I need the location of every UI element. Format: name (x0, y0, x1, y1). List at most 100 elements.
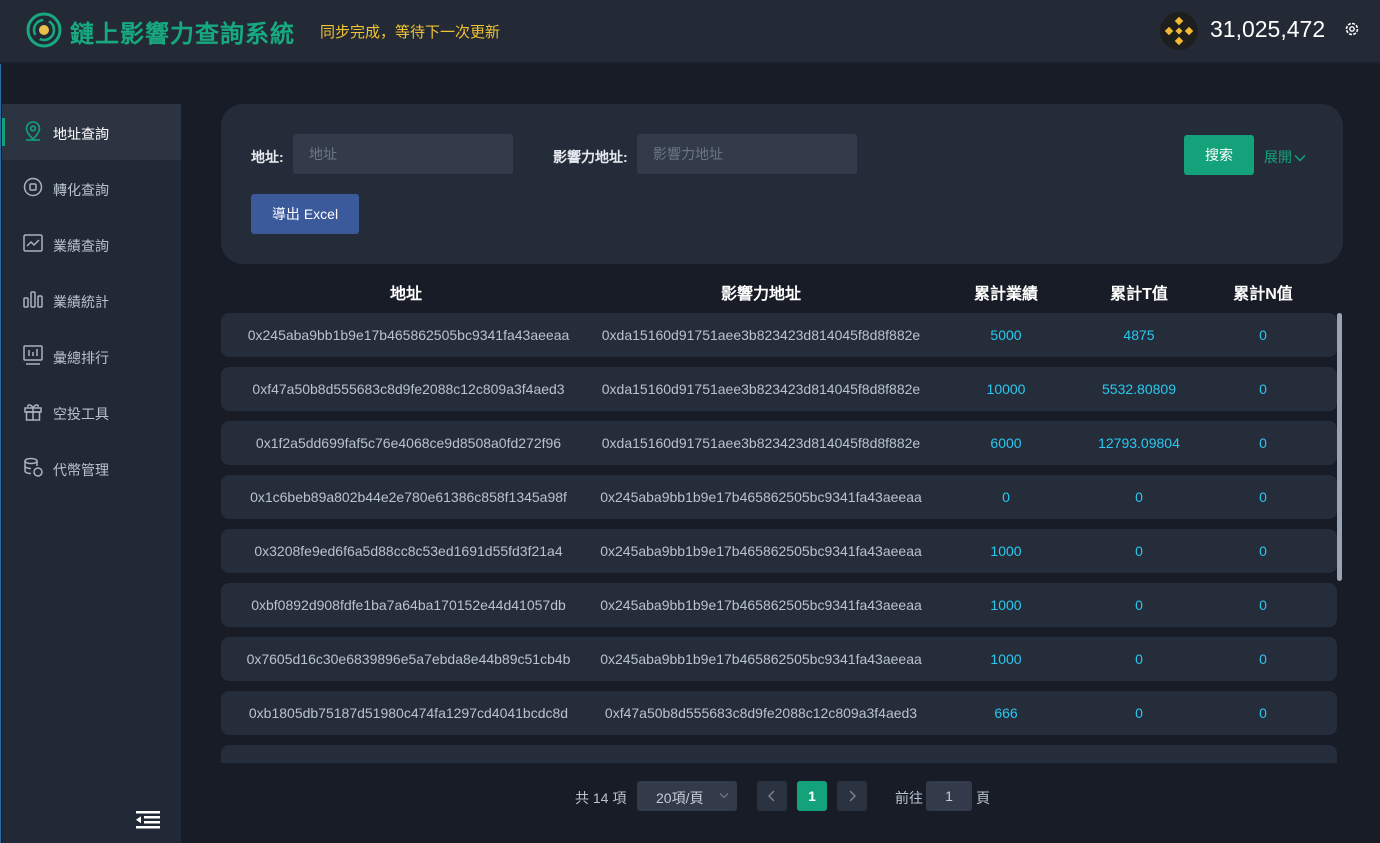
goto-page-input[interactable] (926, 781, 972, 811)
table-row[interactable]: 0xbf0892d908fdfe1ba7a64ba170152e44d41057… (221, 583, 1337, 627)
cell-influence-address: 0x245aba9bb1b9e17b465862505bc9341fa43aee… (600, 651, 922, 667)
influence-address-input[interactable] (637, 134, 857, 174)
total-count: 共 14 項 (575, 790, 627, 806)
cell-address: 0x3208fe9ed6f6a5d88cc8c53ed1691d55fd3f21… (254, 543, 563, 559)
export-excel-button[interactable]: 導出 Excel (251, 194, 359, 234)
address-label: 地址: (251, 149, 284, 165)
sidebar-item-label: 空投工具 (53, 406, 109, 422)
column-header-address: 地址 (389, 286, 422, 303)
cell-cumulative-n: 0 (1259, 435, 1267, 451)
search-button[interactable]: 搜索 (1184, 135, 1254, 175)
cell-address: 0x1f2a5dd699faf5c76e4068ce9d8508a0fd272f… (255, 435, 562, 451)
table-row-partial[interactable] (221, 745, 1337, 763)
cell-cumulative-performance: 0 (1002, 489, 1010, 505)
cell-cumulative-n: 0 (1259, 381, 1267, 397)
gear-icon[interactable] (1343, 20, 1361, 38)
table-body: 0x245aba9bb1b9e17b465862505bc9341fa43aee… (221, 313, 1343, 763)
trend-chart-icon (23, 234, 43, 252)
chevron-right-icon (849, 790, 856, 802)
cell-address: 0xf47a50b8d555683c8d9fe2088c12c809a3f4ae… (252, 381, 565, 397)
sidebar-item-performance-query[interactable]: 業績查詢 (2, 216, 181, 272)
sidebar-item-summary-ranking[interactable]: 彙總排行 (2, 328, 181, 384)
cell-cumulative-t: 0 (1135, 543, 1143, 559)
cell-address: 0x245aba9bb1b9e17b465862505bc9341fa43aee… (247, 327, 570, 343)
table-header: 地址 影響力地址 累計業績 累計T值 累計N值 (221, 272, 1343, 308)
cell-cumulative-t: 5532.80809 (1102, 381, 1176, 397)
app-title: 鏈上影響力查詢系統 (70, 21, 295, 48)
cell-cumulative-t: 0 (1135, 597, 1143, 613)
coins-icon (24, 457, 43, 477)
table-row[interactable]: 0xb1805db75187d51980c474fa1297cd4041bcdc… (221, 691, 1337, 735)
cell-cumulative-n: 0 (1259, 597, 1267, 613)
page-size-value: 20項/頁 (656, 790, 704, 806)
address-input[interactable] (293, 134, 513, 174)
sidebar-item-label: 轉化查詢 (53, 182, 109, 198)
cell-cumulative-n: 0 (1259, 489, 1267, 505)
balance-value: 31,025,472 (1210, 16, 1326, 42)
cell-influence-address: 0x245aba9bb1b9e17b465862505bc9341fa43aee… (600, 489, 922, 505)
sidebar-item-label: 業績查詢 (53, 238, 109, 254)
search-panel: 地址: 影響力地址: 搜索 展開 導出 Excel (221, 104, 1343, 264)
table-row[interactable]: 0x7605d16c30e6839896e5a7ebda8e44b89c51cb… (221, 637, 1337, 681)
column-header-cumulative-performance: 累計業績 (973, 286, 1038, 303)
page-size-select[interactable]: 20項/頁 (637, 781, 737, 811)
cell-cumulative-performance: 666 (994, 705, 1018, 721)
column-header-cumulative-t: 累計T值 (1110, 286, 1168, 303)
menu-collapse-icon[interactable] (136, 810, 160, 830)
cell-address: 0x7605d16c30e6839896e5a7ebda8e44b89c51cb… (246, 651, 571, 667)
expand-toggle[interactable]: 展開 (1264, 147, 1306, 167)
cell-cumulative-n: 0 (1259, 705, 1267, 721)
cell-influence-address: 0xda15160d91751aee3b823423d814045f8d8f88… (601, 327, 921, 343)
table-row[interactable]: 0x1f2a5dd699faf5c76e4068ce9d8508a0fd272f… (221, 421, 1337, 465)
cell-influence-address: 0xda15160d91751aee3b823423d814045f8d8f88… (601, 381, 921, 397)
chevron-down-icon (719, 793, 729, 799)
cell-cumulative-t: 0 (1135, 489, 1143, 505)
cell-address: 0x1c6beb89a802b44e2e780e61386c858f1345a9… (250, 489, 567, 505)
table-scrollbar[interactable] (1337, 313, 1342, 581)
table-row[interactable]: 0x3208fe9ed6f6a5d88cc8c53ed1691d55fd3f21… (221, 529, 1337, 573)
cell-influence-address: 0xf47a50b8d555683c8d9fe2088c12c809a3f4ae… (604, 705, 918, 721)
chevron-left-icon (768, 790, 775, 802)
sync-status: 同步完成，等待下一次更新 (320, 24, 501, 41)
prev-page-button[interactable] (757, 781, 787, 811)
cell-cumulative-n: 0 (1259, 327, 1267, 343)
goto-label: 前往 (895, 790, 923, 806)
sidebar-item-airdrop-tool[interactable]: 空投工具 (2, 384, 181, 440)
sidebar-item-label: 地址查詢 (53, 126, 109, 142)
sidebar-item-address-query[interactable]: 地址查詢 (2, 104, 181, 160)
bar-chart-icon (23, 291, 43, 308)
cell-influence-address: 0x245aba9bb1b9e17b465862505bc9341fa43aee… (600, 597, 922, 613)
sidebar: 地址查詢 轉化查詢 業績查詢 業績統計 彙總排行 空投工具 代幣管理 (2, 104, 181, 843)
sidebar-item-performance-stats[interactable]: 業績統計 (2, 272, 181, 328)
app-logo-icon (26, 12, 62, 48)
location-pin-icon (25, 121, 41, 141)
cell-address: 0xb1805db75187d51980c474fa1297cd4041bcdc… (248, 705, 569, 721)
goto-suffix: 頁 (976, 790, 990, 806)
column-header-cumulative-n: 累計N值 (1233, 286, 1293, 303)
table-row[interactable]: 0xf47a50b8d555683c8d9fe2088c12c809a3f4ae… (221, 367, 1337, 411)
cell-cumulative-performance: 5000 (990, 327, 1022, 343)
sidebar-item-token-management[interactable]: 代幣管理 (2, 440, 181, 496)
cell-cumulative-performance: 1000 (990, 651, 1022, 667)
cell-influence-address: 0xda15160d91751aee3b823423d814045f8d8f88… (601, 435, 921, 451)
table-row[interactable]: 0x1c6beb89a802b44e2e780e61386c858f1345a9… (221, 475, 1337, 519)
ranking-icon (23, 345, 43, 365)
sidebar-item-conversion-query[interactable]: 轉化查詢 (2, 160, 181, 216)
gift-icon (24, 404, 42, 421)
influence-address-label: 影響力地址: (553, 149, 628, 165)
cell-cumulative-performance: 6000 (990, 435, 1022, 451)
exchange-icon (23, 177, 43, 197)
expand-label: 展開 (1264, 149, 1292, 165)
cell-cumulative-t: 0 (1135, 705, 1143, 721)
page-number-current[interactable]: 1 (797, 781, 827, 811)
sidebar-item-label: 彙總排行 (53, 350, 109, 366)
table-row[interactable]: 0x245aba9bb1b9e17b465862505bc9341fa43aee… (221, 313, 1337, 357)
cell-cumulative-t: 4875 (1123, 327, 1155, 343)
cell-cumulative-performance: 10000 (986, 381, 1026, 397)
sidebar-item-label: 業績統計 (53, 294, 109, 310)
cell-cumulative-n: 0 (1259, 651, 1267, 667)
sidebar-item-label: 代幣管理 (53, 462, 109, 478)
chevron-down-icon (1294, 155, 1306, 162)
next-page-button[interactable] (837, 781, 867, 811)
cell-cumulative-t: 12793.09804 (1098, 435, 1180, 451)
